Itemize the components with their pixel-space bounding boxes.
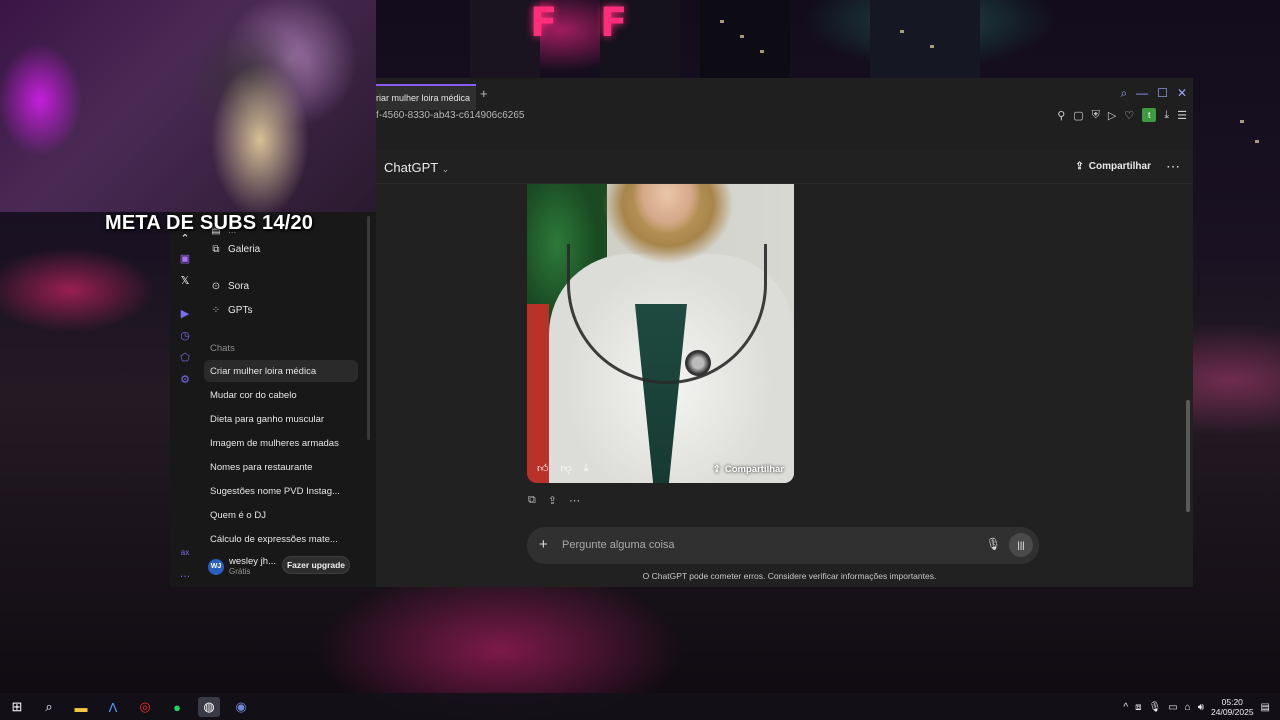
pin-icon[interactable]: ⚲ [1057,109,1065,122]
message-actions: ⧉ ⇪ ⋯ [528,494,580,507]
chat-sidebar: ▤ ... ⧉ Galeria ⊙ Sora ⁘ GPTs Chats Cria… [200,212,376,587]
app-a-icon[interactable]: Λ [102,697,124,717]
chat-item[interactable]: Imagem de mulheres armadas [204,432,358,454]
chat-item[interactable]: Nomes para restaurante [204,456,358,478]
disclaimer: O ChatGPT pode cometer erros. Considere … [642,571,937,581]
device-icon[interactable]: ⧈ [1135,702,1141,713]
chat-main: ChatGPT ⌄ ⇪ Compartilhar ⋯ 👍︎ 👎︎ ⤓ ⇪ Com… [376,150,1193,587]
more-options-icon[interactable]: ⋯ [1166,158,1181,175]
search-icon[interactable]: ⌕ [38,697,60,717]
tab-active[interactable]: riar mulher loira médica [376,84,476,110]
model-selector[interactable]: ChatGPT ⌄ [384,160,449,175]
chat-item[interactable]: Quem é o DJ [204,504,358,526]
windows-start-icon[interactable]: ⊞ [6,697,28,717]
chats-heading: Chats [210,343,235,354]
chat-item[interactable]: Cálculo de expressões mate... [204,528,358,550]
browser-side-panel: ⌃ ▣ 𝕏 ▶ ◷ ⬠ ⚙ ax … [170,212,200,587]
upgrade-button[interactable]: Fazer upgrade [282,556,350,574]
shield-icon[interactable]: ⛨ [1092,109,1100,122]
twitch-icon[interactable]: ▣ [178,252,192,265]
thumbs-down-icon[interactable]: 👎︎ [561,462,572,475]
address-bar[interactable]: f-4560-8330-ab43-c614906c6265 [376,110,524,121]
sidebar-item-gpts[interactable]: ⁘ GPTs [210,305,253,316]
minimize-icon[interactable]: — [1136,86,1148,101]
neon-sign: F [600,0,628,46]
share-icon: ⇪ [712,464,721,475]
download-icon[interactable]: ⤓ [1164,109,1169,122]
screenshot-icon[interactable]: ▢ [1073,109,1083,122]
system-clock[interactable]: 05:20 24/09/2025 [1211,697,1254,717]
notifications-icon[interactable]: ▤ [1261,702,1270,713]
send-icon[interactable]: ▷ [1108,109,1116,122]
download-icon[interactable]: ⤓ [584,462,589,475]
network-icon[interactable]: ⌂ [1185,702,1191,713]
sidebar-item-galeria[interactable]: ⧉ Galeria [210,244,260,255]
play-circle-icon: ⊙ [211,281,221,292]
play-icon[interactable]: ▶ [178,307,192,320]
webcam-overlay [0,0,376,212]
avatar: WJ [208,558,224,575]
plus-icon[interactable]: + [539,536,548,553]
generated-image[interactable]: 👍︎ 👎︎ ⤓ ⇪ Compartilhar [527,184,794,483]
extension-icon[interactable]: t [1142,108,1157,122]
new-tab-button[interactable]: + [480,86,488,101]
neon-sign: F [530,0,558,46]
bookmark-icon[interactable]: ⬠ [178,351,192,364]
opera-icon[interactable]: ◎ [134,697,156,717]
chevron-up-icon[interactable]: ^ [1123,702,1128,713]
share-icon[interactable]: ⇪ [548,494,557,507]
maximize-icon[interactable]: ☐ [1157,86,1168,101]
settings-icon[interactable]: ⚙ [178,373,192,386]
share-button[interactable]: ⇪ Compartilhar [1075,161,1151,172]
chevron-down-icon: ⌄ [441,164,450,174]
menu-icon[interactable]: ☰ [1177,109,1187,122]
tab-title: riar mulher loira médica [376,93,471,103]
microphone-icon[interactable]: 🎙︎ [1148,702,1161,713]
user-name: wesley jh... [229,556,276,567]
share-icon: ⇪ [1075,161,1084,172]
sidebar-item-sora[interactable]: ⊙ Sora [210,281,249,292]
voice-mode-button[interactable]: ||| [1009,533,1033,557]
history-icon[interactable]: ◷ [178,329,192,342]
volume-icon[interactable]: 🔊︎ [1198,702,1204,713]
spotify-icon[interactable]: ● [166,697,188,717]
browser-toolbar: riar mulher loira médica + f-4560-8330-a… [376,78,1193,150]
chat-header: ChatGPT ⌄ ⇪ Compartilhar ⋯ [376,150,1193,184]
display-icon[interactable]: ▭ [1168,702,1177,713]
chat-item[interactable]: Dieta para ganho muscular [204,408,358,430]
composer: + Pergunte alguma coisa 🎙︎ ||| [527,527,1039,564]
image-share-button[interactable]: ⇪ Compartilhar [713,464,784,475]
obs-icon[interactable]: ◍ [198,697,220,717]
taskbar: ⊞ ⌕ ▬ Λ ◎ ● ◍ ◉ ^ ⧈ 🎙︎ ▭ ⌂ 🔊︎ 05:20 24/0… [0,693,1280,720]
x-icon[interactable]: 𝕏 [178,274,192,287]
prompt-input[interactable]: Pergunte alguma coisa [562,539,675,551]
more-icon[interactable]: … [178,568,192,580]
search-icon[interactable]: ⌕ [1120,86,1127,101]
user-plan: Grátis [229,567,251,576]
heart-icon[interactable]: ♡ [1124,109,1134,122]
sidebar-scrollbar[interactable] [367,216,370,440]
grid-icon: ⁘ [211,305,221,316]
microphone-icon[interactable]: 🎙︎ [986,537,1001,551]
user-profile[interactable]: WJ wesley jh... Grátis [208,556,276,577]
thumbs-up-icon[interactable]: 👍︎ [537,462,549,475]
close-icon[interactable]: ✕ [1177,86,1187,101]
chat-item[interactable]: Sugestões nome PVD Instag... [204,480,358,502]
copy-icon[interactable]: ⧉ [528,494,536,507]
more-icon[interactable]: ⋯ [569,494,580,507]
chat-item[interactable]: Mudar cor do cabelo [204,384,358,406]
discord-icon[interactable]: ◉ [230,697,252,717]
chat-scrollbar[interactable] [1186,400,1190,512]
file-explorer-icon[interactable]: ▬ [70,697,92,717]
chat-item[interactable]: Criar mulher loira médica [204,360,358,382]
extensions-icon[interactable]: ax [178,548,192,557]
gallery-icon: ⧉ [212,244,220,255]
subs-goal-label: META DE SUBS 14/20 [105,212,314,234]
